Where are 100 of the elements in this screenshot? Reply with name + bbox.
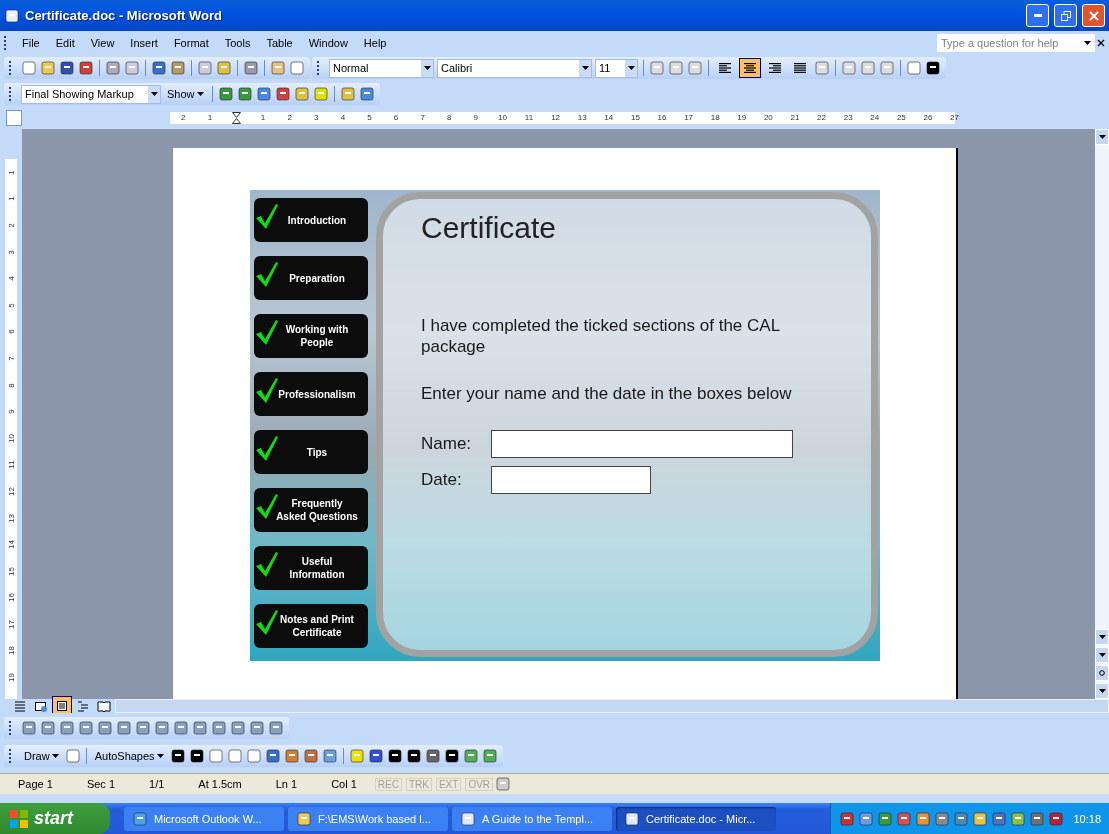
taskbar-button[interactable]: F:\EMS\Work based l...: [288, 806, 448, 831]
menu-item[interactable]: Insert: [123, 35, 165, 51]
vertical-scrollbar[interactable]: [1095, 129, 1109, 699]
section-button[interactable]: Notes and Print Certificate: [254, 604, 368, 648]
tray-icon[interactable]: [934, 810, 951, 827]
taskbar-button[interactable]: A Guide to the Templ...: [452, 806, 612, 831]
menu-item[interactable]: View: [83, 35, 122, 51]
tab-selector-icon[interactable]: [6, 110, 22, 126]
menu-item[interactable]: Edit: [48, 35, 82, 51]
tray-icon[interactable]: [1048, 810, 1065, 827]
instruction-text: Enter your name and the date in the boxes below: [421, 383, 793, 404]
caret-icon: [156, 754, 164, 758]
restore-button[interactable]: [1054, 4, 1077, 27]
status-text: Sec 1: [85, 778, 116, 790]
tray-icon[interactable]: [991, 810, 1008, 827]
previous-page-button[interactable]: [1095, 647, 1109, 663]
display-markup-dropdown[interactable]: Final Showing Markup: [21, 84, 161, 104]
input-field[interactable]: [491, 466, 651, 494]
print-layout-icon: [55, 699, 69, 713]
taskbar-button[interactable]: Certificate.doc - Micr...: [616, 806, 776, 831]
tray-icon[interactable]: [877, 810, 894, 827]
tray-icon[interactable]: [839, 810, 856, 827]
ruler-number: 2: [286, 112, 293, 124]
tray-icon[interactable]: [896, 810, 913, 827]
menu-item[interactable]: Help: [356, 35, 394, 51]
ruler-number: 27: [949, 112, 960, 124]
align-button[interactable]: [739, 58, 761, 78]
web-layout-icon: [34, 699, 48, 713]
ruler-number: 7: [419, 112, 426, 124]
close-icon[interactable]: [1097, 39, 1105, 47]
tray-icon[interactable]: [972, 810, 989, 827]
ruler-number: 12: [550, 112, 562, 124]
tray-icon[interactable]: [1029, 810, 1046, 827]
section-button[interactable]: Introduction: [254, 198, 368, 242]
tray-icon[interactable]: [1010, 810, 1027, 827]
windows-logo-icon: [10, 809, 28, 828]
font-size-dropdown[interactable]: 11: [595, 58, 638, 78]
tray-icon[interactable]: [915, 810, 932, 827]
ruler-number: 11: [523, 112, 535, 124]
input-field[interactable]: [491, 430, 793, 458]
ruler-number: 17: [683, 112, 695, 124]
section-button[interactable]: Professionalism: [254, 372, 368, 416]
ruler-number: 16: [656, 112, 668, 124]
browse-object-button[interactable]: [1095, 665, 1109, 681]
ruler-number: 1: [6, 170, 16, 175]
ruler-number: 6: [392, 112, 400, 124]
help-search-field[interactable]: Type a question for help: [937, 34, 1095, 52]
ruler-number: 5: [6, 303, 16, 308]
reading-layout-icon: [97, 699, 111, 713]
tray-icon[interactable]: [858, 810, 875, 827]
ruler-number: 23: [842, 112, 854, 124]
minimize-button[interactable]: [1026, 4, 1049, 27]
ruler-number: 9: [6, 409, 16, 414]
style-dropdown[interactable]: Normal: [329, 58, 434, 78]
menu-item[interactable]: Format: [166, 35, 216, 51]
align-center-icon: [742, 60, 758, 76]
view-button[interactable]: [52, 696, 72, 716]
align-left-icon: [717, 60, 733, 76]
status-text: Ln 1: [274, 778, 299, 790]
section-button[interactable]: Tips: [254, 430, 368, 474]
ruler-number: 2: [180, 112, 187, 124]
field-label: Date:: [421, 470, 463, 490]
menu-item[interactable]: Tools: [217, 35, 258, 51]
ruler-number: 8: [446, 112, 453, 124]
ruler-number: 9: [472, 112, 480, 124]
ruler-number: 20: [762, 112, 774, 124]
ruler-number: 3: [6, 249, 16, 255]
horizontal-scrollbar[interactable]: [115, 699, 1109, 713]
section-button[interactable]: Preparation: [254, 256, 368, 300]
close-button[interactable]: [1082, 4, 1105, 27]
caret-icon: [1098, 653, 1106, 657]
show-button[interactable]: Show: [164, 84, 207, 104]
indent-marker-icon[interactable]: [232, 112, 241, 124]
ruler-number: 12: [6, 486, 16, 496]
menu-item[interactable]: File: [15, 35, 47, 51]
taskbar-button[interactable]: Microsoft Outlook W...: [124, 806, 284, 831]
caret-icon: [627, 66, 635, 70]
autoshapes-menu-button[interactable]: AutoShapes: [91, 746, 167, 766]
start-button[interactable]: start: [0, 803, 110, 834]
ruler-number: 8: [6, 382, 16, 388]
align-justify-icon: [792, 60, 808, 76]
next-page-button[interactable]: [1095, 683, 1109, 699]
ruler-number: 15: [629, 112, 641, 124]
clock: 10:18: [1073, 812, 1101, 825]
section-button[interactable]: Useful Information: [254, 546, 368, 590]
ruler-number: 15: [6, 566, 16, 576]
section-button[interactable]: Working with People: [254, 314, 368, 358]
ruler-number: 19: [736, 112, 748, 124]
menu-item[interactable]: Table: [259, 35, 300, 51]
menu-item[interactable]: Window: [301, 35, 355, 51]
scroll-down-button[interactable]: [1095, 629, 1109, 645]
scroll-up-button[interactable]: [1095, 129, 1109, 145]
ruler-number: 16: [6, 593, 16, 603]
tray-icon[interactable]: [953, 810, 970, 827]
caret-icon: [51, 754, 59, 758]
section-button[interactable]: Frequently Asked Questions: [254, 488, 368, 532]
draw-menu-button[interactable]: Draw: [21, 746, 62, 766]
status-text: At 1.5cm: [197, 778, 243, 790]
ruler-number: 1: [259, 112, 267, 124]
font-dropdown[interactable]: Calibri: [437, 58, 592, 78]
